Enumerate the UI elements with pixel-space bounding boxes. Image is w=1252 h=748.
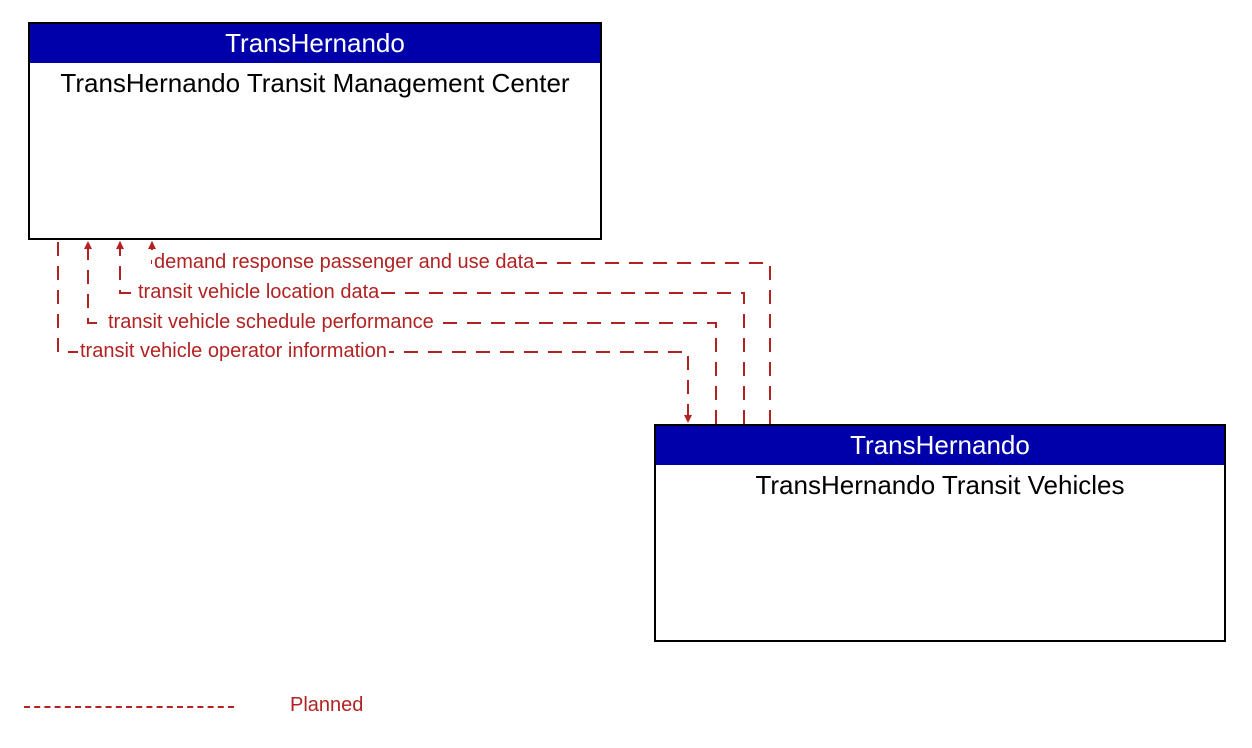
flow-location-data: transit vehicle location data	[136, 281, 381, 304]
legend-label-planned: Planned	[290, 694, 363, 717]
entity-management-center: TransHernando TransHernando Transit Mana…	[28, 22, 602, 240]
flow-demand-response: demand response passenger and use data	[152, 251, 536, 274]
entity-label-top: TransHernando Transit Management Center	[30, 63, 600, 104]
flow-schedule-performance: transit vehicle schedule performance	[106, 311, 436, 334]
legend-line-planned	[24, 706, 234, 708]
entity-label-bottom: TransHernando Transit Vehicles	[656, 465, 1224, 506]
entity-header-top: TransHernando	[30, 24, 600, 63]
flow-operator-info: transit vehicle operator information	[78, 340, 389, 363]
entity-transit-vehicles: TransHernando TransHernando Transit Vehi…	[654, 424, 1226, 642]
entity-header-bottom: TransHernando	[656, 426, 1224, 465]
